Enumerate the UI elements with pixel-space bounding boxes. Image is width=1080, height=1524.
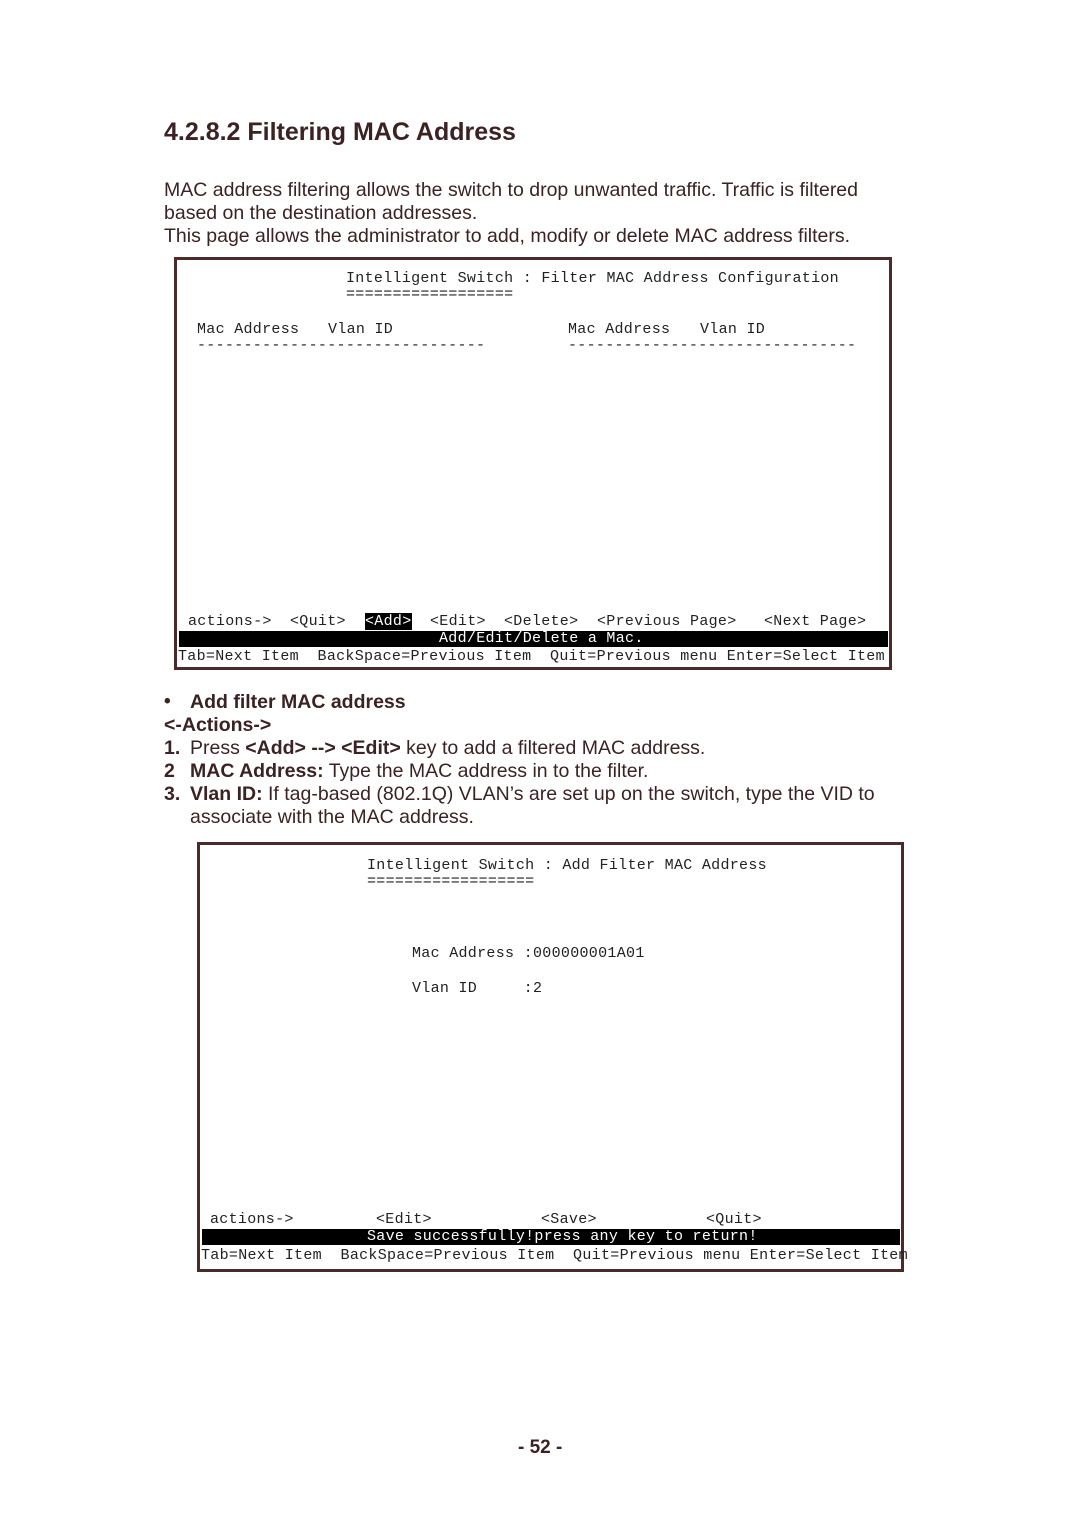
column-header-mac: Mac Address	[197, 321, 300, 338]
edit-action[interactable]: <Edit>	[376, 1211, 432, 1228]
document-page: 4.2.8.2 Filtering MAC Address MAC addres…	[0, 0, 1080, 1524]
delete-action[interactable]: <Delete>	[504, 613, 578, 630]
status-bar: Add/Edit/Delete a Mac.	[179, 630, 888, 647]
column-header-mac-2: Mac Address	[568, 321, 671, 338]
section-heading: 4.2.8.2 Filtering MAC Address	[164, 118, 516, 146]
step-term: MAC Address:	[190, 760, 324, 782]
bullet-icon: •	[164, 691, 171, 712]
intro-line: MAC address filtering allows the switch …	[164, 179, 859, 201]
help-line: Tab=Next Item BackSpace=Previous Item Qu…	[201, 1247, 908, 1264]
step-text: If tag-based (802.1Q) VLAN’s are set up …	[262, 783, 875, 805]
step-number: 3.	[164, 783, 181, 805]
step-3: 3. Vlan ID: If tag-based (802.1Q) VLAN’s…	[164, 783, 875, 806]
status-text: Save successfully!press any key to retur…	[367, 1228, 758, 1245]
next-page-action[interactable]: <Next Page>	[764, 613, 866, 630]
edit-action[interactable]: <Edit>	[430, 613, 486, 630]
mac-address-label: Mac Address :	[412, 945, 533, 962]
screen-title: Intelligent Switch : Add Filter MAC Addr…	[367, 857, 767, 874]
screen-title: Intelligent Switch : Filter MAC Address …	[346, 270, 839, 287]
intro-line: based on the destination addresses.	[164, 202, 478, 224]
actions-heading: <-Actions->	[164, 714, 272, 736]
quit-action[interactable]: <Quit>	[706, 1211, 762, 1228]
step-1: 1. Press <Add> --> <Edit> key to add a f…	[164, 737, 705, 760]
step-number: 2	[164, 760, 175, 782]
previous-page-action[interactable]: <Previous Page>	[597, 613, 737, 630]
step-text: Press	[190, 737, 246, 759]
help-line: Tab=Next Item BackSpace=Previous Item Qu…	[178, 648, 885, 665]
save-action[interactable]: <Save>	[541, 1211, 597, 1228]
step-2: 2 MAC Address: Type the MAC address in t…	[164, 760, 648, 783]
add-action[interactable]: <Add>	[365, 613, 412, 630]
title-underline: ==================	[367, 873, 535, 890]
vlan-id-field[interactable]: 2	[533, 980, 542, 997]
title-underline: ==================	[346, 286, 514, 303]
filter-mac-config-screen: Intelligent Switch : Filter MAC Address …	[174, 257, 892, 670]
status-bar: Save successfully!press any key to retur…	[202, 1228, 900, 1245]
page-number: - 52 -	[518, 1437, 563, 1458]
step-term: Vlan ID:	[190, 783, 263, 805]
column-header-vlan-2: Vlan ID	[700, 321, 766, 338]
intro-line: This page allows the administrator to ad…	[164, 225, 851, 247]
step-keys: <Add> --> <Edit>	[245, 737, 401, 759]
column-divider: -------------------------------	[197, 337, 486, 354]
step-text: Type the MAC address in to the filter.	[323, 760, 649, 782]
column-header-vlan: Vlan ID	[328, 321, 394, 338]
actions-label: actions->	[210, 1211, 294, 1228]
step-text: key to add a filtered MAC address.	[400, 737, 706, 759]
actions-label: actions->	[188, 613, 272, 630]
bullet-title: Add filter MAC address	[190, 691, 406, 713]
column-divider-2: -------------------------------	[568, 337, 857, 354]
vlan-id-label: Vlan ID :	[412, 980, 533, 997]
step-3-continued: associate with the MAC address.	[190, 806, 474, 828]
mac-address-field[interactable]: 000000001A01	[533, 945, 645, 962]
quit-action[interactable]: <Quit>	[290, 613, 346, 630]
step-number: 1.	[164, 737, 181, 759]
add-filter-mac-screen: Intelligent Switch : Add Filter MAC Addr…	[197, 842, 908, 1272]
status-text: Add/Edit/Delete a Mac.	[439, 630, 644, 647]
